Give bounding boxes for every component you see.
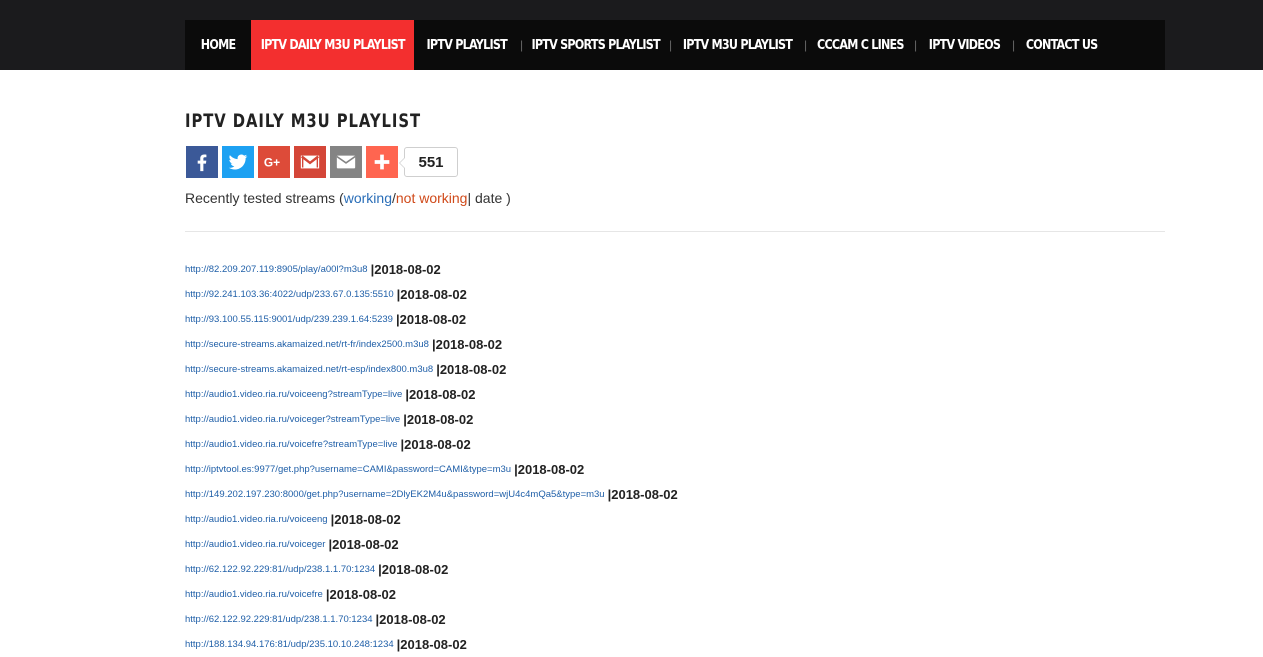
list-item: http://audio1.video.ria.ru/voicefre?stre… xyxy=(185,432,678,457)
email-share-button[interactable] xyxy=(330,146,362,178)
list-item: http://audio1.video.ria.ru/voiceeng?stre… xyxy=(185,382,678,407)
stream-date: |2018-08-02 xyxy=(396,637,467,652)
facebook-share-button[interactable] xyxy=(186,146,218,178)
svg-text:G+: G+ xyxy=(264,156,280,170)
nav-item-label: HOME xyxy=(200,37,236,53)
legend-suffix: | date ) xyxy=(467,190,511,206)
list-item: http://audio1.video.ria.ru/voiceger?stre… xyxy=(185,407,678,432)
twitter-icon xyxy=(228,154,248,170)
stream-link[interactable]: http://92.241.103.36:4022/udp/233.67.0.1… xyxy=(185,289,394,300)
share-count: 551 xyxy=(399,147,458,177)
list-item: http://62.122.92.229:81//udp/238.1.1.70:… xyxy=(185,557,678,582)
divider xyxy=(185,231,1165,232)
gmail-share-button[interactable] xyxy=(294,146,326,178)
legend-prefix: Recently tested streams ( xyxy=(185,190,344,206)
stream-date: |2018-08-02 xyxy=(396,287,467,302)
stream-link[interactable]: http://audio1.video.ria.ru/voiceeng?stre… xyxy=(185,389,402,400)
nav-item-iptv-m3u-playlist[interactable]: IPTV M3U PLAYLIST xyxy=(671,20,804,70)
more-share-button[interactable] xyxy=(366,146,398,178)
nav-item-label: CONTACT US xyxy=(1026,37,1098,53)
list-item: http://secure-streams.akamaized.net/rt-f… xyxy=(185,332,678,357)
plus-icon xyxy=(374,154,390,170)
facebook-icon xyxy=(197,154,207,172)
stream-link[interactable]: http://audio1.video.ria.ru/voicefre xyxy=(185,589,323,600)
stream-link[interactable]: http://149.202.197.230:8000/get.php?user… xyxy=(185,489,605,500)
stream-link[interactable]: http://82.209.207.119:8905/play/a00l?m3u… xyxy=(185,264,368,275)
list-item: http://82.209.207.119:8905/play/a00l?m3u… xyxy=(185,257,678,282)
stream-legend: Recently tested streams (working/not wor… xyxy=(185,190,511,206)
stream-link[interactable]: http://93.100.55.115:9001/udp/239.239.1.… xyxy=(185,314,393,325)
list-item: http://188.134.94.176:81/udp/235.10.10.2… xyxy=(185,632,678,657)
stream-date: |2018-08-02 xyxy=(325,587,396,602)
stream-link[interactable]: http://188.134.94.176:81/udp/235.10.10.2… xyxy=(185,639,394,650)
share-bar: G+ 551 xyxy=(186,146,458,178)
stream-date: |2018-08-02 xyxy=(375,612,446,627)
nav-item-label: IPTV SPORTS PLAYLIST xyxy=(531,37,660,53)
stream-date: |2018-08-02 xyxy=(400,437,471,452)
nav-item-label: IPTV DAILY M3U PLAYLIST xyxy=(260,37,405,53)
nav-item-iptv-playlist[interactable]: IPTV PLAYLIST xyxy=(414,20,520,70)
stream-link[interactable]: http://audio1.video.ria.ru/voiceeng xyxy=(185,514,328,525)
stream-date: |2018-08-02 xyxy=(514,462,585,477)
list-item: http://audio1.video.ria.ru/voicefre |2018… xyxy=(185,582,678,607)
list-item: http://93.100.55.115:9001/udp/239.239.1.… xyxy=(185,307,678,332)
stream-link[interactable]: http://secure-streams.akamaized.net/rt-e… xyxy=(185,364,433,375)
nav-item-cccam-c-lines[interactable]: CCCAM C LINES xyxy=(806,20,914,70)
gmail-icon xyxy=(300,155,320,169)
stream-date: |2018-08-02 xyxy=(405,387,476,402)
legend-working: working xyxy=(343,190,392,206)
stream-date: |2018-08-02 xyxy=(378,562,449,577)
stream-date: |2018-08-02 xyxy=(436,362,507,377)
stream-list: http://82.209.207.119:8905/play/a00l?m3u… xyxy=(185,257,678,657)
list-item: http://audio1.video.ria.ru/voiceeng |2018… xyxy=(185,507,678,532)
email-icon xyxy=(336,155,356,169)
nav-item-home[interactable]: HOME xyxy=(185,20,251,70)
stream-date: |2018-08-02 xyxy=(328,537,399,552)
stream-date: |2018-08-02 xyxy=(403,412,474,427)
list-item: http://149.202.197.230:8000/get.php?user… xyxy=(185,482,678,507)
stream-link[interactable]: http://audio1.video.ria.ru/voiceger xyxy=(185,539,325,550)
list-item: http://iptvtool.es:9977/get.php?username… xyxy=(185,457,678,482)
list-item: http://secure-streams.akamaized.net/rt-e… xyxy=(185,357,678,382)
stream-link[interactable]: http://iptvtool.es:9977/get.php?username… xyxy=(185,464,511,475)
top-bar: HOME IPTV DAILY M3U PLAYLIST IPTV PLAYLI… xyxy=(0,0,1263,70)
stream-link[interactable]: http://audio1.video.ria.ru/voicefre?stre… xyxy=(185,439,398,450)
nav-item-iptv-sports-playlist[interactable]: IPTV SPORTS PLAYLIST xyxy=(522,20,669,70)
stream-date: |2018-08-02 xyxy=(370,262,441,277)
page-title: IPTV DAILY M3U PLAYLIST xyxy=(185,110,422,132)
list-item: http://92.241.103.36:4022/udp/233.67.0.1… xyxy=(185,282,678,307)
nav-item-iptv-daily-m3u-playlist[interactable]: IPTV DAILY M3U PLAYLIST xyxy=(251,20,414,70)
stream-date: |2018-08-02 xyxy=(607,487,678,502)
nav-item-label: IPTV VIDEOS xyxy=(928,37,1000,53)
nav-item-label: IPTV M3U PLAYLIST xyxy=(682,37,793,53)
stream-link[interactable]: http://audio1.video.ria.ru/voiceger?stre… xyxy=(185,414,400,425)
main-nav: HOME IPTV DAILY M3U PLAYLIST IPTV PLAYLI… xyxy=(185,20,1165,70)
stream-link[interactable]: http://62.122.92.229:81//udp/238.1.1.70:… xyxy=(185,564,375,575)
nav-item-label: IPTV PLAYLIST xyxy=(426,37,508,53)
nav-item-contact-us[interactable]: CONTACT US xyxy=(1014,20,1110,70)
stream-link[interactable]: http://62.122.92.229:81/udp/238.1.1.70:1… xyxy=(185,614,373,625)
google-plus-icon: G+ xyxy=(264,156,280,170)
stream-date: |2018-08-02 xyxy=(330,512,401,527)
google-plus-share-button[interactable]: G+ xyxy=(258,146,290,178)
nav-item-iptv-videos[interactable]: IPTV VIDEOS xyxy=(916,20,1012,70)
twitter-share-button[interactable] xyxy=(222,146,254,178)
stream-link[interactable]: http://secure-streams.akamaized.net/rt-f… xyxy=(185,339,429,350)
legend-not-working: not working xyxy=(395,190,468,206)
stream-date: |2018-08-02 xyxy=(431,337,503,352)
stream-date: |2018-08-02 xyxy=(395,312,467,327)
nav-item-label: CCCAM C LINES xyxy=(816,37,904,53)
list-item: http://audio1.video.ria.ru/voiceger |2018… xyxy=(185,532,678,557)
list-item: http://62.122.92.229:81/udp/238.1.1.70:1… xyxy=(185,607,678,632)
